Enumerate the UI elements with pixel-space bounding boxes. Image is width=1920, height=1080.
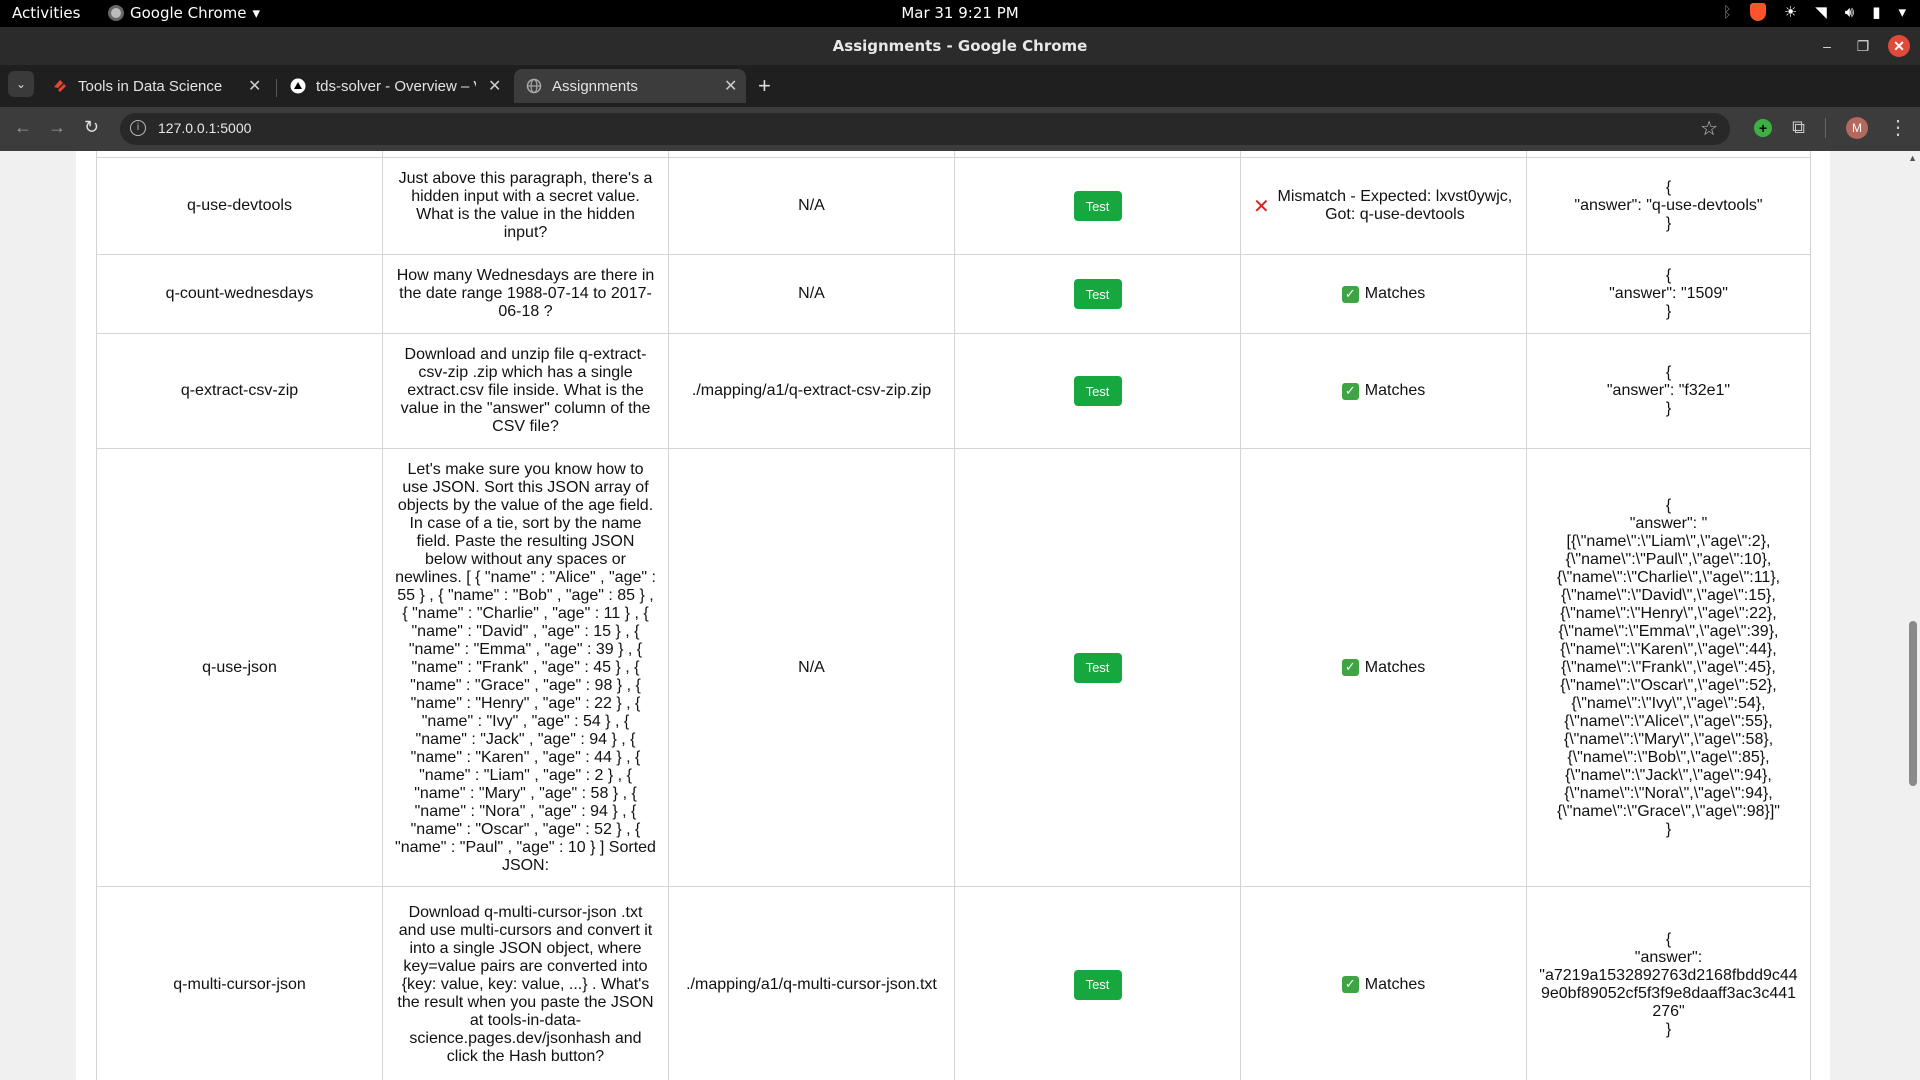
question-text: Download and unzip file q-extract-csv-zi…	[382, 333, 669, 449]
reload-button[interactable]: ↻	[84, 117, 99, 138]
cross-mark-icon: ✕	[1253, 194, 1270, 218]
test-button[interactable]: Test	[1073, 376, 1122, 406]
status-text: Matches	[1364, 382, 1426, 400]
clock[interactable]: Mar 31 9:21 PM	[901, 4, 1018, 22]
caret-down-icon: ▾	[252, 4, 261, 22]
activities-button[interactable]: Activities	[12, 4, 80, 22]
forward-button[interactable]: →	[48, 117, 66, 138]
file-path: N/A	[668, 254, 955, 334]
table-row: q-extract-csv-zip Download and unzip fil…	[96, 333, 1811, 449]
question-text: How many Wednesdays are there in the dat…	[382, 254, 669, 334]
vercel-icon	[290, 78, 306, 94]
check-mark-icon: ✓	[1341, 382, 1359, 400]
app-menu[interactable]: Google Chrome ▾	[108, 4, 260, 22]
brave-icon	[1749, 3, 1766, 21]
url-text[interactable]: 127.0.0.1:5000	[158, 120, 251, 136]
question-id: q-use-devtools	[96, 157, 383, 255]
tab-tools-in-data-science[interactable]: Tools in Data Science ✕	[40, 69, 272, 103]
question-id: q-multi-cursor-json	[96, 886, 383, 1080]
extension-icon[interactable]: +	[1754, 118, 1773, 137]
table-row: q-multi-cursor-json Download q-multi-cur…	[96, 886, 1811, 1080]
close-tab-icon[interactable]: ✕	[488, 76, 501, 96]
file-path: N/A	[668, 448, 955, 887]
tab-tds-solver[interactable]: tds-solver - Overview – V ✕	[278, 69, 510, 103]
chrome-menu-icon[interactable]: ⋮	[1888, 115, 1908, 140]
file-path: ./mapping/a1/q-extract-csv-zip.zip	[668, 333, 955, 449]
tab-label: Tools in Data Science	[78, 78, 223, 95]
scrollbar-thumb[interactable]	[1909, 621, 1917, 786]
status-text: Mismatch - Expected: lxvst0ywjc, Got: q-…	[1277, 188, 1513, 223]
test-button[interactable]: Test	[1073, 969, 1122, 1000]
status-text: Matches	[1364, 975, 1426, 993]
status-text: Matches	[1364, 658, 1426, 676]
tab-assignments[interactable]: Assignments ✕	[514, 69, 746, 103]
globe-icon	[526, 78, 542, 94]
close-window-button[interactable]: ✕	[1888, 35, 1910, 57]
address-bar[interactable]: i 127.0.0.1:5000 ☆	[120, 113, 1730, 145]
answer-json: { "answer": "f32e1" }	[1526, 333, 1811, 449]
assignments-table: q-use-devtools Just above this paragraph…	[96, 151, 1811, 1080]
app-menu-label: Google Chrome	[130, 4, 247, 22]
tab-strip: ⌄ Tools in Data Science ✕ tds-solver - O…	[0, 65, 1920, 107]
volume-icon: 🔊︎	[1844, 3, 1855, 21]
table-row: q-use-devtools Just above this paragraph…	[96, 157, 1811, 255]
tds-logo-icon	[54, 80, 66, 92]
question-id: q-extract-csv-zip	[96, 333, 383, 449]
battery-icon: ▮	[1872, 3, 1881, 21]
tab-label: tds-solver - Overview – V	[316, 78, 476, 95]
tab-label: Assignments	[552, 78, 638, 95]
answer-json: { "answer": "1509" }	[1526, 254, 1811, 334]
question-text: Let's make sure you know how to use JSON…	[382, 448, 669, 887]
chrome-icon	[108, 5, 124, 21]
table-row: q-use-json Let's make sure you know how …	[96, 448, 1811, 887]
system-top-bar: Activities Google Chrome ▾ Mar 31 9:21 P…	[0, 0, 1920, 27]
test-button[interactable]: Test	[1073, 279, 1122, 309]
file-path: N/A	[668, 157, 955, 255]
test-button[interactable]: Test	[1073, 191, 1122, 221]
close-tab-icon[interactable]: ✕	[248, 76, 261, 96]
check-mark-icon: ✓	[1341, 659, 1359, 677]
wifi-icon: ◥	[1815, 3, 1827, 21]
bookmark-star-icon[interactable]: ☆	[1700, 116, 1718, 141]
window-title-bar: Assignments - Google Chrome – ❐ ✕	[0, 27, 1920, 65]
page-scrollbar[interactable]: ▲	[1906, 151, 1920, 1080]
minimize-button[interactable]: –	[1816, 35, 1838, 57]
bluetooth-icon: ᛒ	[1722, 3, 1732, 21]
table-row: q-count-wednesdays How many Wednesdays a…	[96, 254, 1811, 334]
question-text: Just above this paragraph, there's a hid…	[382, 157, 669, 255]
answer-json: { "answer": "q-use-devtools" }	[1526, 157, 1811, 255]
page-viewport: q-use-devtools Just above this paragraph…	[0, 151, 1920, 1080]
restore-button[interactable]: ❐	[1852, 35, 1874, 57]
check-mark-icon: ✓	[1341, 285, 1359, 303]
status-text: Matches	[1364, 285, 1426, 303]
question-id: q-use-json	[96, 448, 383, 887]
test-button[interactable]: Test	[1073, 652, 1122, 683]
close-tab-icon[interactable]: ✕	[724, 76, 737, 96]
answer-json: { "answer": " [{\"name\":\"Liam\",\"age\…	[1526, 448, 1811, 887]
question-text: Download q-multi-cursor-json .txt and us…	[382, 886, 669, 1080]
site-info-icon[interactable]: i	[130, 120, 146, 136]
browser-toolbar: ← → ↻ i 127.0.0.1:5000 ☆ + ⧉ M ⋮	[0, 107, 1920, 151]
power-menu-icon: ▾	[1898, 3, 1906, 21]
profile-avatar[interactable]: M	[1846, 116, 1868, 139]
window-title: Assignments - Google Chrome	[832, 37, 1088, 55]
back-button[interactable]: ←	[14, 117, 32, 138]
answer-json: { "answer": "a7219a1532892763d2168fbdd9c…	[1526, 886, 1811, 1080]
question-id: q-count-wednesdays	[96, 254, 383, 334]
file-path: ./mapping/a1/q-multi-cursor-json.txt	[668, 886, 955, 1080]
tab-search-button[interactable]: ⌄	[8, 71, 34, 97]
system-tray[interactable]: ᛒ ☀ ◥ 🔊︎ ▮ ▾	[1723, 3, 1906, 21]
brightness-icon: ☀	[1783, 3, 1798, 21]
check-mark-icon: ✓	[1341, 976, 1359, 994]
new-tab-button[interactable]: +	[758, 73, 771, 99]
extensions-puzzle-icon[interactable]: ⧉	[1792, 117, 1805, 138]
scroll-up-arrow-icon[interactable]: ▲	[1908, 153, 1917, 163]
